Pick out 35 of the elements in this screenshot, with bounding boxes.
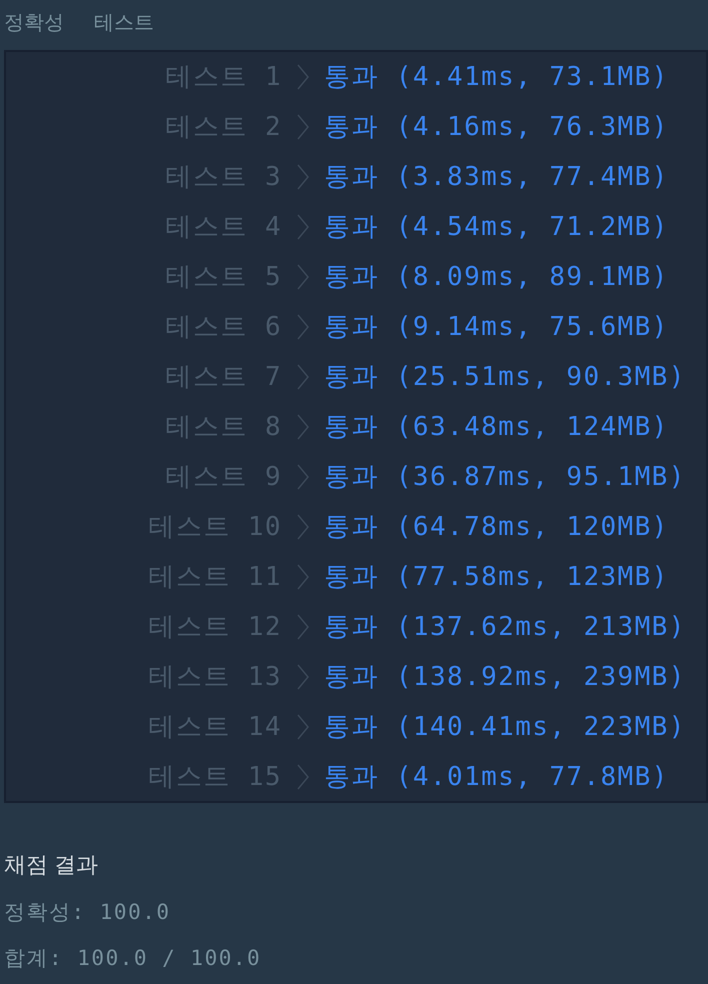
test-result: 통과 (36.87ms, 95.1MB) [324, 460, 686, 494]
test-result: 통과 (4.01ms, 77.8MB) [324, 760, 669, 794]
score-line: 정확성: 100.0 [4, 899, 172, 925]
test-result: 통과 (140.41ms, 223MB) [324, 710, 686, 744]
test-result: 통과 (3.83ms, 77.4MB) [324, 160, 669, 194]
test-result: 통과 (4.16ms, 76.3MB) [324, 110, 669, 144]
chevron-icon [297, 564, 309, 590]
chevron-icon [297, 364, 309, 390]
chevron-icon [297, 414, 309, 440]
chevron-icon [297, 464, 309, 490]
chevron-icon [297, 164, 309, 190]
score-line: 합계: 100.0 / 100.0 [4, 945, 262, 971]
test-result: 통과 (137.62ms, 213MB) [324, 610, 686, 644]
test-result: 통과 (64.78ms, 120MB) [324, 510, 669, 544]
chevron-icon [297, 214, 309, 240]
chevron-icon [297, 664, 309, 690]
test-result: 통과 (25.51ms, 90.3MB) [324, 360, 686, 394]
chevron-icon [297, 314, 309, 340]
test-result: 통과 (8.09ms, 89.1MB) [324, 260, 669, 294]
summary-title: 채점 결과 [4, 851, 100, 879]
test-result: 통과 (77.58ms, 123MB) [324, 560, 669, 594]
chevron-icon [297, 64, 309, 90]
test-result: 통과 (138.92ms, 239MB) [324, 660, 686, 694]
test-result: 통과 (4.41ms, 73.1MB) [324, 60, 669, 94]
chevron-icon [297, 114, 309, 140]
chevron-icon [297, 714, 309, 740]
section-title: 정확성 [4, 11, 64, 36]
chevron-icon [297, 764, 309, 790]
chevron-icon [297, 614, 309, 640]
chevron-icon [297, 264, 309, 290]
chevron-icon [297, 514, 309, 540]
test-result: 통과 (9.14ms, 75.6MB) [324, 310, 669, 344]
test-result: 통과 (63.48ms, 124MB) [324, 410, 669, 444]
section-subtitle: 테스트 [94, 11, 154, 36]
test-result: 통과 (4.54ms, 71.2MB) [324, 210, 669, 244]
